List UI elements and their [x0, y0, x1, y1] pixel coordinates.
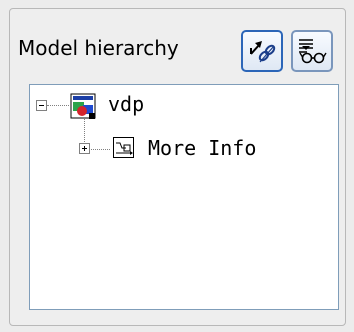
filter-view-button[interactable] — [291, 30, 333, 72]
panel-title: Model hierarchy — [18, 36, 179, 60]
tree-connector — [47, 105, 69, 106]
tree-connector — [91, 149, 110, 150]
collapse-toggle-vdp[interactable] — [36, 100, 47, 111]
link-to-model-button[interactable] — [241, 30, 283, 72]
simulink-model-icon — [70, 93, 96, 119]
subsystem-icon — [113, 137, 134, 158]
tree-node-more-info[interactable]: More Info — [148, 136, 256, 160]
model-tree[interactable]: vdp More Info — [29, 84, 339, 310]
tree-node-vdp[interactable]: vdp — [108, 92, 144, 116]
expand-toggle-more-info[interactable] — [79, 143, 90, 154]
link-arrow-icon — [250, 41, 276, 63]
filter-glasses-icon — [299, 39, 327, 64]
